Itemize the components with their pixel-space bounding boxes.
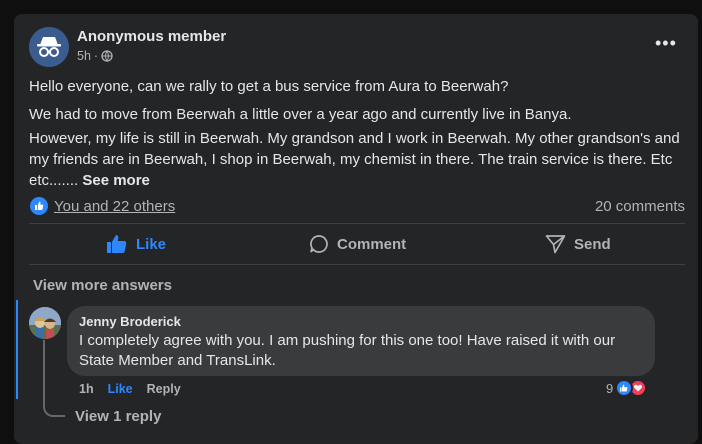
like-reaction-icon xyxy=(30,197,48,215)
post-paragraph-3: However, my life is still in Beerwah. My… xyxy=(29,128,689,191)
meta-separator: · xyxy=(93,49,99,63)
comment-like-button[interactable]: Like xyxy=(108,382,133,396)
reply-thread-line xyxy=(43,340,65,417)
post-meta: 5h · xyxy=(77,49,113,63)
more-options-icon[interactable]: ••• xyxy=(655,34,677,52)
highlight-bar xyxy=(16,300,18,399)
send-button-label: Send xyxy=(574,235,611,253)
divider-bottom xyxy=(29,264,685,265)
divider-top xyxy=(29,223,685,224)
post-time[interactable]: 5h xyxy=(77,49,91,63)
comment-time[interactable]: 1h xyxy=(79,382,94,396)
see-more-link[interactable]: See more xyxy=(82,172,150,189)
comment-icon xyxy=(310,235,328,253)
reactions-summary[interactable]: You and 22 others xyxy=(30,197,175,215)
comments-count[interactable]: 20 comments xyxy=(595,198,685,215)
send-button[interactable]: Send xyxy=(545,234,611,254)
globe-icon xyxy=(101,50,113,62)
like-button[interactable]: Like xyxy=(106,234,166,254)
view-reply-link[interactable]: View 1 reply xyxy=(75,408,161,425)
comment-button-label: Comment xyxy=(337,235,407,253)
comment-button[interactable]: Comment xyxy=(309,234,406,254)
comment-text: I completely agree with you. I am pushin… xyxy=(79,332,616,369)
post-paragraph-2: We had to move from Beerwah a little ove… xyxy=(29,106,572,123)
post-paragraph-1: Hello everyone, can we rally to get a bu… xyxy=(29,78,509,95)
post-author[interactable]: Anonymous member xyxy=(77,28,226,45)
send-icon xyxy=(545,235,566,254)
comment-reaction-count: 9 xyxy=(606,380,614,396)
commenter-avatar[interactable] xyxy=(29,307,61,339)
anonymous-avatar[interactable] xyxy=(29,27,69,67)
comment-actions: 1h Like Reply xyxy=(79,382,181,396)
incognito-icon xyxy=(29,27,69,67)
reactions-text[interactable]: You and 22 others xyxy=(54,198,175,215)
comment-reply-button[interactable]: Reply xyxy=(147,382,181,396)
profile-photo-icon xyxy=(29,307,61,339)
comment-author[interactable]: Jenny Broderick xyxy=(79,314,643,329)
view-more-answers[interactable]: View more answers xyxy=(33,277,172,294)
comment-bubble: Jenny Broderick I completely agree with … xyxy=(67,306,655,376)
thumbs-up-icon xyxy=(107,235,127,253)
like-button-label: Like xyxy=(136,235,167,253)
like-reaction-icon xyxy=(615,379,634,397)
comment-reactions[interactable]: 9 xyxy=(606,379,648,397)
